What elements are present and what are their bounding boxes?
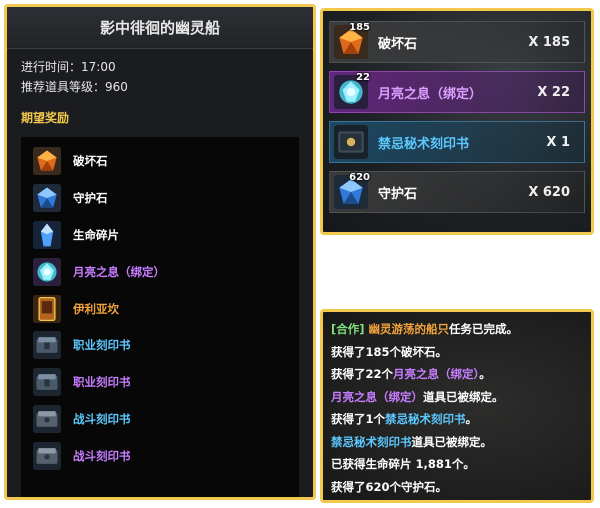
chat-segment: 。: [479, 367, 491, 381]
loot-quantity: X 1: [546, 134, 570, 150]
chat-message: 获得了1个禁忌秘术刻印书。: [331, 408, 583, 431]
chat-segment: 任务已完成。: [449, 322, 519, 336]
expected-rewards-label: 期望奖励: [21, 111, 70, 125]
reward-item[interactable]: 月亮之息（绑定）: [33, 253, 299, 290]
chat-message: 获得了620个守护石。: [331, 476, 583, 499]
reward-item-name: 伊利亚坎: [73, 301, 119, 316]
recommended-item-level: 推荐道具等级：960: [21, 80, 128, 94]
reward-item[interactable]: 战斗刻印书: [33, 401, 299, 438]
chat-segment: 已获得生命碎片 1,881个。: [331, 457, 475, 471]
chat-segment: 禁忌秘术刻印书: [331, 434, 412, 449]
reward-item-name: 职业刻印书: [73, 338, 131, 353]
life-shard-icon: [33, 220, 61, 249]
loot-row[interactable]: 620 守护石 X 620: [329, 171, 585, 213]
reward-item-name: 战斗刻印书: [73, 411, 131, 426]
loot-item-name: 破坏石: [378, 36, 418, 52]
loot-obtained-panel: 185 破坏石 X 185 22 月亮之息（绑定） X 22 禁忌秘术刻印书 X 1 620 守护…: [320, 8, 594, 235]
chat-segment: 月亮之息（绑定）: [331, 389, 423, 404]
combat-engraving-book-icon: [33, 404, 61, 433]
reward-list: 破坏石 守护石 生命碎片 月亮之息（绑定） 伊利亚坎 职业刻印书 职业刻印书 战斗刻印书 战斗刻…: [21, 137, 299, 497]
loot-count-badge: 22: [356, 72, 370, 83]
loot-quantity: X 185: [528, 34, 570, 50]
chat-segment: 禁忌秘术刻印书: [385, 412, 466, 426]
quest-info-panel: 影中徘徊的幽灵船 进行时间：17:00 推荐道具等级：960 期望奖励 破坏石守…: [4, 4, 316, 500]
reward-item[interactable]: 伊利亚坎: [33, 290, 299, 327]
chat-segment: 道具已被绑定。: [411, 434, 493, 449]
moon-breath-icon: [33, 257, 61, 286]
loot-quantity: X 620: [528, 184, 570, 200]
chat-segment: 获得了620个守护石。: [331, 479, 448, 494]
reward-item-name: 守护石: [73, 191, 108, 206]
forbidden-engraving-book-icon: [334, 125, 368, 159]
reward-item-name: 月亮之息（绑定）: [73, 264, 165, 279]
chat-message: 月亮之息（绑定）道具已被绑定。: [331, 386, 583, 409]
reward-item-name: 职业刻印书: [73, 375, 131, 390]
chat-message: 已获得生命碎片 1,881个。: [331, 453, 583, 476]
chat-message: 获得了22个月亮之息（绑定）。: [331, 363, 583, 386]
loot-item-name: 守护石: [378, 186, 418, 202]
chat-segment: [合作]: [331, 322, 369, 336]
reward-item[interactable]: 职业刻印书: [33, 364, 299, 401]
illiakan-card-icon: [33, 294, 61, 323]
loot-row[interactable]: 185 破坏石 X 185: [329, 21, 585, 63]
loot-count-badge: 620: [349, 172, 370, 183]
reward-item-name: 破坏石: [73, 154, 108, 169]
reward-item[interactable]: 战斗刻印书: [33, 437, 299, 474]
chat-message: [合作] 幽灵游荡的船只任务已完成。: [331, 318, 583, 341]
reward-item[interactable]: 破坏石: [33, 143, 299, 180]
reward-item[interactable]: 职业刻印书: [33, 327, 299, 364]
loot-row[interactable]: 22 月亮之息（绑定） X 22: [329, 71, 585, 113]
reward-item[interactable]: 守护石: [33, 180, 299, 217]
reward-item-name: 战斗刻印书: [73, 448, 131, 463]
loot-quantity: X 22: [537, 84, 570, 100]
chat-message: 禁忌秘术刻印书道具已被绑定。: [331, 431, 583, 454]
guardian-stone-icon: [33, 184, 61, 213]
loot-item-name: 月亮之息（绑定）: [378, 86, 483, 102]
reward-item-name: 生命碎片: [73, 227, 119, 242]
reward-item[interactable]: 生命碎片: [33, 217, 299, 254]
chat-segment: 。: [465, 412, 478, 426]
quest-duration: 进行时间：17:00: [21, 60, 116, 74]
destruction-stone-icon: 185: [334, 22, 370, 59]
chat-segment: 获得了1个: [331, 412, 386, 426]
moon-breath-icon: 22: [334, 72, 370, 109]
class-engraving-book-icon: [33, 368, 61, 397]
chat-segment: 获得了22个: [331, 367, 394, 381]
loot-item-name: 禁忌秘术刻印书: [378, 136, 470, 152]
combat-engraving-book-icon: [33, 441, 61, 470]
quest-title: 影中徘徊的幽灵船: [7, 7, 313, 49]
loot-row[interactable]: 禁忌秘术刻印书 X 1: [329, 121, 585, 163]
chat-log-panel: [合作] 幽灵游荡的船只任务已完成。 获得了185个破坏石。 获得了22个月亮之息（…: [320, 309, 594, 503]
destruction-stone-icon: [33, 147, 61, 176]
chat-message: 获得了185个破坏石。: [331, 341, 583, 364]
chat-segment: 幽灵游荡的船只: [368, 322, 450, 336]
loot-count-badge: 185: [349, 22, 370, 33]
chat-segment: 获得了185个破坏石。: [331, 344, 448, 359]
chat-segment: 道具已被绑定。: [423, 389, 504, 404]
chat-segment: 月亮之息（绑定）: [393, 367, 480, 381]
class-engraving-book-icon: [33, 331, 61, 360]
guardian-stone-icon: 620: [334, 172, 370, 209]
